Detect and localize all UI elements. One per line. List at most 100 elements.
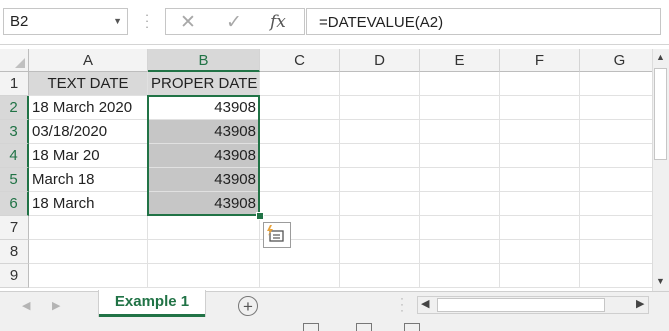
cell-a2[interactable]: 18 March 2020 <box>29 96 148 120</box>
cell-g3[interactable] <box>580 120 660 144</box>
scroll-right-icon[interactable]: ▶ <box>636 297 644 310</box>
cell-c9[interactable] <box>260 264 340 288</box>
scroll-left-icon[interactable]: ◀ <box>421 297 429 310</box>
cell-f3[interactable] <box>500 120 580 144</box>
next-sheet-icon[interactable]: ▶ <box>52 299 60 312</box>
cell-c3[interactable] <box>260 120 340 144</box>
cell-e5[interactable] <box>420 168 500 192</box>
cell-e4[interactable] <box>420 144 500 168</box>
cell-g8[interactable] <box>580 240 660 264</box>
cell-f1[interactable] <box>500 72 580 96</box>
cell-c5[interactable] <box>260 168 340 192</box>
cell-f2[interactable] <box>500 96 580 120</box>
name-box[interactable]: B2 ▼ <box>3 8 128 35</box>
fx-icon[interactable]: fx <box>270 12 286 32</box>
cell-c2[interactable] <box>260 96 340 120</box>
row-header-1[interactable]: 1 <box>0 72 29 96</box>
cell-a4[interactable]: 18 Mar 20 <box>29 144 148 168</box>
cell-f8[interactable] <box>500 240 580 264</box>
row-header-3[interactable]: 3 <box>0 120 29 144</box>
column-header-f[interactable]: F <box>500 49 580 72</box>
scroll-down-icon[interactable]: ▼ <box>656 276 665 286</box>
row-header-9[interactable]: 9 <box>0 264 29 288</box>
column-header-g[interactable]: G <box>580 49 660 72</box>
cell-c1[interactable] <box>260 72 340 96</box>
cell-b3[interactable]: 43908 <box>148 120 260 144</box>
check-icon[interactable]: ✓ <box>226 11 242 34</box>
vertical-scroll-thumb[interactable] <box>654 68 667 160</box>
cell-g1[interactable] <box>580 72 660 96</box>
cell-d6[interactable] <box>340 192 420 216</box>
cell-b1[interactable]: PROPER DATE <box>148 72 260 96</box>
cell-e2[interactable] <box>420 96 500 120</box>
sheet-tab-example-1[interactable]: Example 1 <box>99 290 205 317</box>
cell-e6[interactable] <box>420 192 500 216</box>
cell-f7[interactable] <box>500 216 580 240</box>
cell-b9[interactable] <box>148 264 260 288</box>
cell-f6[interactable] <box>500 192 580 216</box>
cell-d2[interactable] <box>340 96 420 120</box>
cell-e3[interactable] <box>420 120 500 144</box>
row-header-6[interactable]: 6 <box>0 192 29 216</box>
horizontal-scroll-thumb[interactable] <box>437 298 605 312</box>
cell-a9[interactable] <box>29 264 148 288</box>
column-header-e[interactable]: E <box>420 49 500 72</box>
cell-e8[interactable] <box>420 240 500 264</box>
cell-d8[interactable] <box>340 240 420 264</box>
formula-input[interactable]: =DATEVALUE(A2) <box>306 8 661 35</box>
cell-a5[interactable]: March 18 <box>29 168 148 192</box>
cell-a7[interactable] <box>29 216 148 240</box>
cell-f5[interactable] <box>500 168 580 192</box>
cell-e9[interactable] <box>420 264 500 288</box>
cell-d5[interactable] <box>340 168 420 192</box>
cell-g4[interactable] <box>580 144 660 168</box>
column-header-b[interactable]: B <box>148 49 260 72</box>
cell-d9[interactable] <box>340 264 420 288</box>
row-header-8[interactable]: 8 <box>0 240 29 264</box>
cell-g6[interactable] <box>580 192 660 216</box>
column-header-d[interactable]: D <box>340 49 420 72</box>
column-header-c[interactable]: C <box>260 49 340 72</box>
row-header-7[interactable]: 7 <box>0 216 29 240</box>
row-header-2[interactable]: 2 <box>0 96 29 120</box>
cell-g9[interactable] <box>580 264 660 288</box>
cell-b6[interactable]: 43908 <box>148 192 260 216</box>
cell-c4[interactable] <box>260 144 340 168</box>
cell-f9[interactable] <box>500 264 580 288</box>
chevron-down-icon[interactable]: ▼ <box>113 16 122 26</box>
cell-g2[interactable] <box>580 96 660 120</box>
column-header-a[interactable]: A <box>29 49 148 72</box>
cell-a1[interactable]: TEXT DATE <box>29 72 148 96</box>
cell-c6[interactable] <box>260 192 340 216</box>
normal-view-icon[interactable] <box>303 323 319 331</box>
cell-a8[interactable] <box>29 240 148 264</box>
cell-b5[interactable]: 43908 <box>148 168 260 192</box>
cell-b7[interactable] <box>148 216 260 240</box>
cell-a3[interactable]: 03/18/2020 <box>29 120 148 144</box>
cell-e7[interactable] <box>420 216 500 240</box>
cell-f4[interactable] <box>500 144 580 168</box>
cell-d1[interactable] <box>340 72 420 96</box>
cell-a6[interactable]: 18 March <box>29 192 148 216</box>
cell-b2[interactable]: 43908 <box>148 96 260 120</box>
prev-sheet-icon[interactable]: ◀ <box>22 299 30 312</box>
tab-splitter-icon[interactable]: · · · <box>400 292 406 316</box>
select-all-corner[interactable] <box>0 49 29 72</box>
row-header-5[interactable]: 5 <box>0 168 29 192</box>
cell-d7[interactable] <box>340 216 420 240</box>
quick-analysis-icon[interactable] <box>263 222 291 248</box>
cell-g7[interactable] <box>580 216 660 240</box>
page-break-icon[interactable] <box>404 323 420 331</box>
fill-handle[interactable] <box>256 212 264 220</box>
cell-b4[interactable]: 43908 <box>148 144 260 168</box>
scroll-up-icon[interactable]: ▲ <box>656 52 665 62</box>
cell-e1[interactable] <box>420 72 500 96</box>
close-icon[interactable]: ✕ <box>180 11 196 34</box>
page-layout-icon[interactable] <box>356 323 372 331</box>
cell-d3[interactable] <box>340 120 420 144</box>
row-header-4[interactable]: 4 <box>0 144 29 168</box>
cell-g5[interactable] <box>580 168 660 192</box>
cell-d4[interactable] <box>340 144 420 168</box>
vertical-dots-icon[interactable]: · · · <box>140 8 154 34</box>
plus-circle-icon[interactable]: + <box>238 296 258 316</box>
